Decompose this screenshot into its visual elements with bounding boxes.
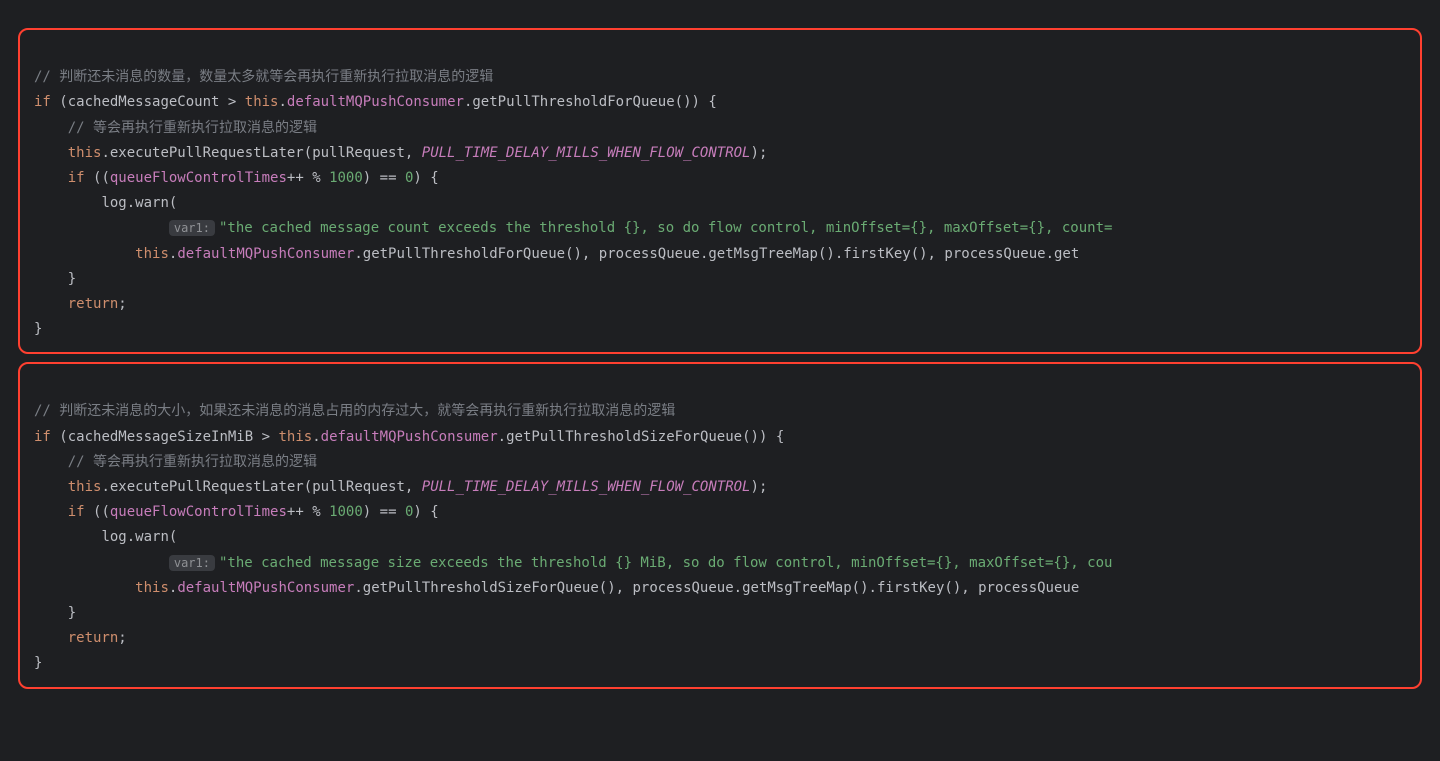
code-line: } (34, 271, 76, 287)
code-line: } (34, 321, 42, 337)
code-line: var1:"the cached message count exceeds t… (34, 220, 1112, 236)
inlay-hint: var1: (169, 220, 215, 236)
comment: // 判断还未消息的数量，数量太多就等会再执行重新执行拉取消息的逻辑 (34, 69, 493, 85)
code-line: log.warn( (34, 195, 177, 211)
code-line: } (34, 655, 42, 671)
code-block-1: // 判断还未消息的数量，数量太多就等会再执行重新执行拉取消息的逻辑 if (c… (18, 28, 1422, 354)
keyword-return: return (68, 630, 119, 646)
code-line: if ((queueFlowControlTimes++ % 1000) == … (34, 170, 439, 186)
code-line: if (cachedMessageSizeInMiB > this.defaul… (34, 429, 784, 445)
code-line: return; (34, 630, 127, 646)
code-line: // 等会再执行重新执行拉取消息的逻辑 (34, 454, 317, 470)
code-line: return; (34, 296, 127, 312)
code-line: if (cachedMessageCount > this.defaultMQP… (34, 94, 717, 110)
keyword-return: return (68, 296, 119, 312)
inlay-hint: var1: (169, 555, 215, 571)
keyword-if: if (34, 94, 51, 110)
code-line: // 判断还未消息的数量，数量太多就等会再执行重新执行拉取消息的逻辑 (34, 69, 493, 85)
code-line: if ((queueFlowControlTimes++ % 1000) == … (34, 504, 439, 520)
code-line: } (34, 605, 76, 621)
code-line: var1:"the cached message size exceeds th… (34, 555, 1112, 571)
keyword-if: if (34, 429, 51, 445)
code-line: this.defaultMQPushConsumer.getPullThresh… (34, 580, 1079, 596)
code-line: log.warn( (34, 529, 177, 545)
code-block-2: // 判断还未消息的大小，如果还未消息的消息占用的内存过大，就等会再执行重新执行… (18, 362, 1422, 688)
comment: // 等会再执行重新执行拉取消息的逻辑 (68, 454, 317, 470)
code-line: // 判断还未消息的大小，如果还未消息的消息占用的内存过大，就等会再执行重新执行… (34, 403, 675, 419)
code-line: this.executePullRequestLater(pullRequest… (34, 479, 767, 495)
comment: // 等会再执行重新执行拉取消息的逻辑 (68, 120, 317, 136)
code-line: // 等会再执行重新执行拉取消息的逻辑 (34, 120, 317, 136)
code-line: this.executePullRequestLater(pullRequest… (34, 145, 767, 161)
code-line: this.defaultMQPushConsumer.getPullThresh… (34, 246, 1079, 262)
comment: // 判断还未消息的大小，如果还未消息的消息占用的内存过大，就等会再执行重新执行… (34, 403, 675, 419)
